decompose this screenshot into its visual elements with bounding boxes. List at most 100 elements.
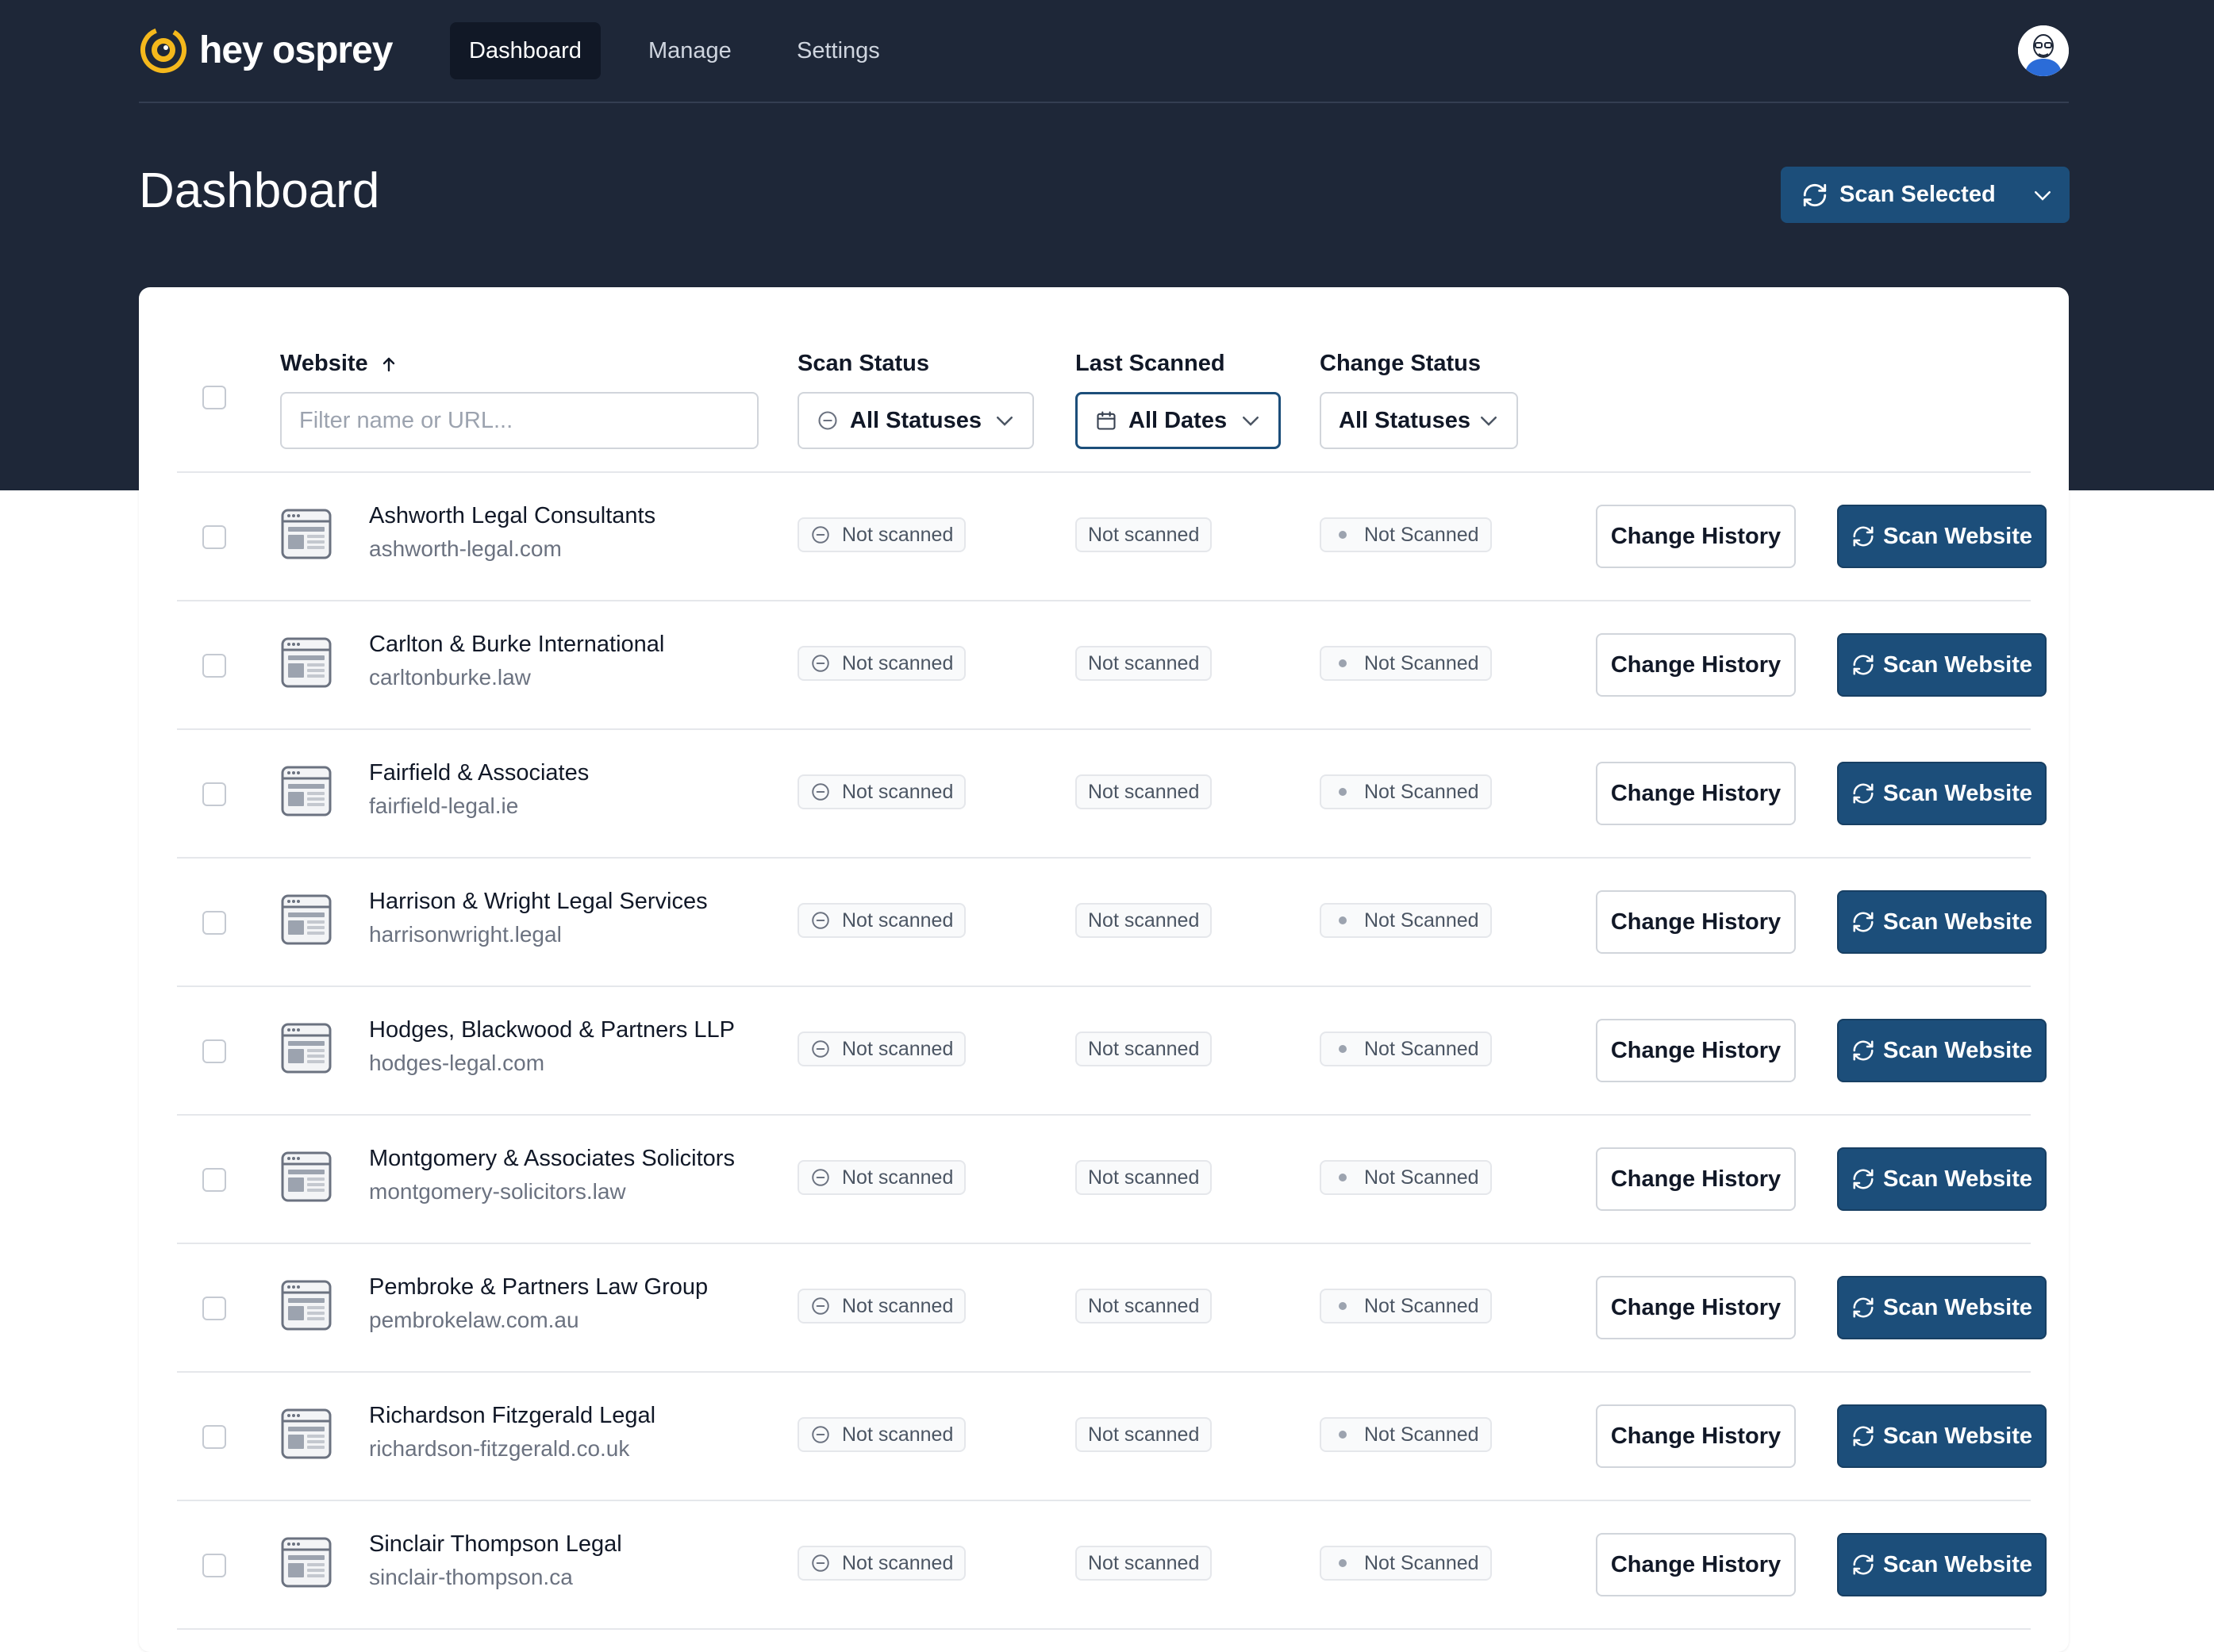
- last-scanned-text: Not scanned: [1088, 909, 1200, 932]
- change-history-button[interactable]: Change History: [1596, 762, 1796, 825]
- change-status-badge: Not Scanned: [1320, 774, 1492, 809]
- row-checkbox[interactable]: [202, 1554, 226, 1577]
- logo[interactable]: hey osprey: [139, 24, 393, 76]
- page-title: Dashboard: [139, 163, 380, 218]
- change-history-button[interactable]: Change History: [1596, 505, 1796, 568]
- website-name[interactable]: Ashworth Legal Consultants: [369, 503, 655, 529]
- last-scanned-badge: Not scanned: [1075, 646, 1213, 681]
- last-scanned-filter[interactable]: All Dates: [1075, 392, 1281, 449]
- row-checkbox[interactable]: [202, 1297, 226, 1320]
- website-name[interactable]: Montgomery & Associates Solicitors: [369, 1146, 735, 1172]
- scan-website-button[interactable]: Scan Website: [1837, 1019, 2047, 1082]
- last-scanned-badge: Not scanned: [1075, 1289, 1213, 1324]
- browser-window-icon: [281, 1280, 332, 1331]
- refresh-icon: [1853, 1040, 1874, 1061]
- scan-website-button[interactable]: Scan Website: [1837, 890, 2047, 954]
- last-scanned-badge: Not scanned: [1075, 903, 1213, 938]
- scan-website-button[interactable]: Scan Website: [1837, 1533, 2047, 1596]
- scan-website-label: Scan Website: [1882, 909, 2033, 935]
- website-name[interactable]: Pembroke & Partners Law Group: [369, 1274, 708, 1300]
- change-status-badge: Not Scanned: [1320, 1546, 1492, 1581]
- scan-website-button[interactable]: Scan Website: [1837, 1276, 2047, 1339]
- nav-divider: [139, 102, 2069, 103]
- website-filter-input[interactable]: [280, 392, 759, 449]
- website-name[interactable]: Sinclair Thompson Legal: [369, 1531, 622, 1558]
- scan-selected-button[interactable]: Scan Selected: [1781, 167, 2070, 223]
- scan-website-button[interactable]: Scan Website: [1837, 633, 2047, 697]
- website-url[interactable]: harrisonwright.legal: [369, 922, 562, 947]
- row-checkbox[interactable]: [202, 911, 226, 935]
- change-status-text: Not Scanned: [1364, 651, 1479, 674]
- browser-window-icon: [281, 1023, 332, 1074]
- change-history-button[interactable]: Change History: [1596, 1276, 1796, 1339]
- user-avatar[interactable]: [2018, 25, 2069, 76]
- row-checkbox[interactable]: [202, 654, 226, 678]
- website-name[interactable]: Richardson Fitzgerald Legal: [369, 1403, 655, 1429]
- nav-manage[interactable]: Manage: [629, 22, 751, 79]
- website-url[interactable]: hodges-legal.com: [369, 1051, 544, 1076]
- row-checkbox[interactable]: [202, 1425, 226, 1449]
- website-url[interactable]: fairfield-legal.ie: [369, 793, 518, 819]
- scan-selected-dropdown[interactable]: [2016, 183, 2070, 207]
- change-history-button[interactable]: Change History: [1596, 1533, 1796, 1596]
- change-history-button[interactable]: Change History: [1596, 1019, 1796, 1082]
- row-checkbox[interactable]: [202, 525, 226, 549]
- status-dot: [1339, 1045, 1347, 1053]
- table-row: Fairfield & Associates fairfield-legal.i…: [177, 730, 2047, 859]
- website-url[interactable]: pembrokelaw.com.au: [369, 1308, 579, 1333]
- refresh-icon: [1853, 1426, 1874, 1446]
- change-status-text: Not Scanned: [1364, 1037, 1479, 1060]
- row-checkbox[interactable]: [202, 1039, 226, 1063]
- refresh-icon: [1853, 1169, 1874, 1189]
- change-history-button[interactable]: Change History: [1596, 633, 1796, 697]
- chevron-down-icon: [1481, 417, 1497, 426]
- change-history-button[interactable]: Change History: [1596, 1404, 1796, 1468]
- scan-website-button[interactable]: Scan Website: [1837, 1147, 2047, 1211]
- change-history-button[interactable]: Change History: [1596, 1147, 1796, 1211]
- scan-selected-main[interactable]: Scan Selected: [1781, 182, 2016, 209]
- change-status-filter[interactable]: All Statuses: [1320, 392, 1518, 449]
- website-url[interactable]: sinclair-thompson.ca: [369, 1565, 573, 1590]
- change-status-text: Not Scanned: [1364, 1294, 1479, 1317]
- table-row: Hodges, Blackwood & Partners LLP hodges-…: [177, 987, 2047, 1116]
- row-checkbox[interactable]: [202, 782, 226, 806]
- scan-status-filter[interactable]: All Statuses: [798, 392, 1034, 449]
- row-checkbox[interactable]: [202, 1168, 226, 1192]
- website-name[interactable]: Fairfield & Associates: [369, 760, 589, 786]
- nav-settings[interactable]: Settings: [778, 22, 899, 79]
- status-dot: [1339, 531, 1347, 539]
- scan-status-badge: Not scanned: [798, 1289, 967, 1324]
- browser-window-icon: [281, 1537, 332, 1588]
- browser-window-icon: [281, 894, 332, 945]
- scan-status-badge: Not scanned: [798, 646, 967, 681]
- scan-status-text: Not scanned: [842, 1551, 954, 1574]
- table-row: Harrison & Wright Legal Services harriso…: [177, 859, 2047, 987]
- website-url[interactable]: carltonburke.law: [369, 665, 531, 690]
- minus-circle-icon: [812, 1169, 829, 1186]
- change-history-button[interactable]: Change History: [1596, 890, 1796, 954]
- website-url[interactable]: montgomery-solicitors.law: [369, 1179, 626, 1204]
- website-url[interactable]: richardson-fitzgerald.co.uk: [369, 1436, 629, 1462]
- website-url[interactable]: ashworth-legal.com: [369, 536, 562, 562]
- chevron-down-icon: [1243, 417, 1259, 426]
- last-scanned-text: Not scanned: [1088, 651, 1200, 674]
- scan-website-label: Scan Website: [1882, 1166, 2033, 1192]
- scan-status-text: Not scanned: [842, 780, 954, 803]
- last-scanned-badge: Not scanned: [1075, 1160, 1213, 1195]
- scan-status-badge: Not scanned: [798, 903, 967, 938]
- status-dot: [1339, 788, 1347, 796]
- column-header-website[interactable]: Website: [280, 351, 398, 377]
- change-status-badge: Not Scanned: [1320, 646, 1492, 681]
- scan-website-button[interactable]: Scan Website: [1837, 1404, 2047, 1468]
- change-status-badge: Not Scanned: [1320, 1289, 1492, 1324]
- website-name[interactable]: Hodges, Blackwood & Partners LLP: [369, 1017, 735, 1043]
- scan-website-button[interactable]: Scan Website: [1837, 762, 2047, 825]
- nav-dashboard[interactable]: Dashboard: [450, 22, 601, 79]
- scan-website-label: Scan Website: [1882, 1037, 2033, 1063]
- arrow-up-icon: [382, 357, 394, 371]
- change-status-text: Not Scanned: [1364, 1551, 1479, 1574]
- website-name[interactable]: Carlton & Burke International: [369, 632, 664, 658]
- select-all-checkbox[interactable]: [202, 386, 226, 409]
- website-name[interactable]: Harrison & Wright Legal Services: [369, 889, 708, 915]
- scan-website-button[interactable]: Scan Website: [1837, 505, 2047, 568]
